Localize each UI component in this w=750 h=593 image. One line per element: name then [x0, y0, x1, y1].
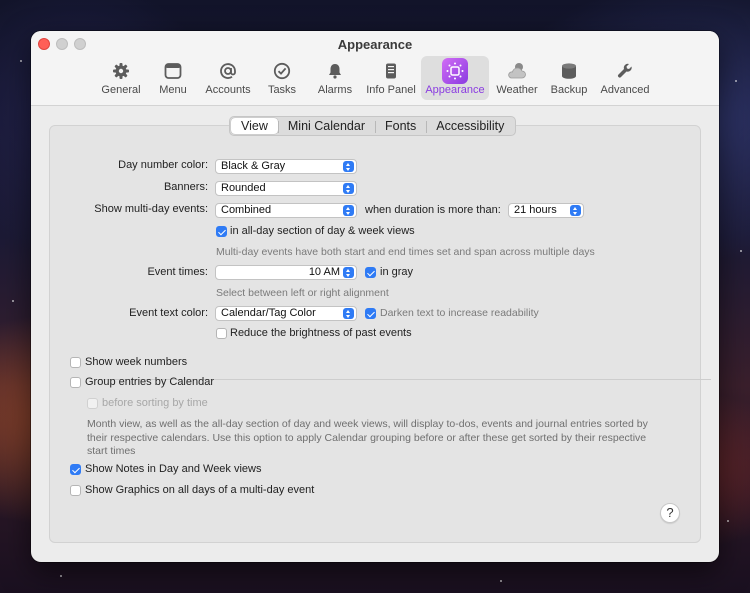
event-times-popup[interactable]: 10 AM	[215, 265, 357, 280]
updown-arrows-icon	[570, 205, 581, 216]
toolbar-menu[interactable]: Menu	[155, 56, 191, 100]
preferences-window: Appearance General Menu Accounts Tasks A…	[31, 31, 719, 562]
popup-value: Combined	[221, 204, 272, 216]
bell-icon	[326, 59, 344, 83]
appearance-icon	[442, 58, 468, 84]
event-text-color-popup[interactable]: Calendar/Tag Color	[215, 306, 357, 321]
updown-arrows-icon	[343, 267, 354, 278]
popup-value: 10 AM	[308, 266, 340, 278]
allday-section-checkbox[interactable]	[216, 226, 227, 237]
toolbar-advanced[interactable]: Advanced	[599, 56, 651, 100]
tab-bar: View Mini Calendar Fonts Accessibility	[229, 116, 517, 136]
toolbar-info-panel[interactable]: Info Panel	[365, 56, 417, 100]
show-graphics-label: Show Graphics on all days of a multi-day…	[85, 484, 315, 496]
updown-arrows-icon	[343, 308, 354, 319]
popup-value: Rounded	[221, 182, 266, 194]
show-notes-checkbox[interactable]	[70, 464, 81, 475]
toolbar-weather[interactable]: Weather	[495, 56, 539, 100]
toolbar-alarms[interactable]: Alarms	[315, 56, 355, 100]
duration-popup[interactable]: 21 hours	[508, 203, 584, 218]
popup-value: 21 hours	[514, 204, 557, 216]
reduce-brightness-checkbox[interactable]	[216, 328, 227, 339]
allday-section-label: in all-day section of day & week views	[230, 225, 415, 237]
toolbar-label: Accounts	[205, 84, 251, 96]
week-numbers-label: Show week numbers	[85, 356, 188, 368]
toolbar-label: Alarms	[317, 84, 353, 96]
group-entries-label: Group entries by Calendar	[85, 376, 215, 388]
toolbar: Appearance General Menu Accounts Tasks A…	[31, 31, 719, 106]
multi-day-label: Show multi-day events:	[94, 203, 208, 215]
duration-label: when duration is more than:	[365, 204, 501, 216]
event-text-color-label: Event text color:	[129, 307, 208, 319]
checkmark-circle-icon	[273, 59, 291, 83]
toolbar-label: Backup	[550, 84, 588, 96]
tab-fonts[interactable]: Fonts	[375, 118, 426, 134]
banners-popup[interactable]: Rounded	[215, 181, 357, 196]
toolbar-tasks[interactable]: Tasks	[265, 56, 299, 100]
toolbar-label: Tasks	[267, 84, 297, 96]
popup-value: Calendar/Tag Color	[221, 307, 316, 319]
toolbar-label: Info Panel	[366, 84, 416, 96]
toolbar-label: Weather	[496, 84, 538, 96]
wrench-icon	[616, 59, 634, 83]
toolbar-backup[interactable]: Backup	[547, 56, 591, 100]
updown-arrows-icon	[343, 183, 354, 194]
database-icon	[560, 59, 578, 83]
darken-text-checkbox[interactable]	[365, 308, 376, 319]
updown-arrows-icon	[343, 205, 354, 216]
before-sorting-label: before sorting by time	[102, 397, 208, 409]
day-number-color-label: Day number color:	[118, 159, 208, 171]
toolbar-label: General	[101, 84, 141, 96]
toolbar-appearance[interactable]: Appearance	[421, 56, 489, 100]
popup-value: Black & Gray	[221, 160, 286, 172]
week-numbers-checkbox[interactable]	[70, 357, 81, 368]
tab-view[interactable]: View	[231, 118, 278, 134]
show-notes-label: Show Notes in Day and Week views	[85, 463, 262, 475]
event-times-hint: Select between left or right alignment	[216, 287, 389, 299]
at-sign-icon	[219, 59, 237, 83]
menu-window-icon	[164, 59, 182, 83]
updown-arrows-icon	[343, 161, 354, 172]
toolbar-label: Menu	[159, 84, 187, 96]
tab-mini-calendar[interactable]: Mini Calendar	[277, 118, 375, 134]
tab-accessibility[interactable]: Accessibility	[426, 118, 514, 134]
multi-day-hint: Multi-day events have both start and end…	[216, 246, 595, 258]
darken-text-label: Darken text to increase readability	[380, 307, 539, 319]
day-number-color-popup[interactable]: Black & Gray	[215, 159, 357, 174]
before-sorting-checkbox[interactable]	[87, 398, 98, 409]
window-title: Appearance	[337, 37, 413, 52]
toolbar-label: Advanced	[600, 84, 650, 96]
show-graphics-checkbox[interactable]	[70, 485, 81, 496]
toolbar-general[interactable]: General	[99, 56, 143, 100]
multi-day-popup[interactable]: Combined	[215, 203, 357, 218]
help-button[interactable]: ?	[660, 503, 680, 523]
group-note: Month view, as well as the all-day secti…	[87, 418, 648, 457]
gear-icon	[112, 59, 130, 83]
in-gray-label: in gray	[380, 266, 414, 278]
banners-label: Banners:	[163, 181, 208, 193]
toolbar-accounts[interactable]: Accounts	[201, 56, 255, 100]
toolbar-label: Appearance	[425, 84, 485, 96]
weather-cloud-icon	[506, 59, 528, 83]
info-panel-icon	[382, 59, 400, 83]
in-gray-checkbox[interactable]	[365, 267, 376, 278]
group-entries-checkbox[interactable]	[70, 377, 81, 388]
event-times-label: Event times:	[147, 266, 208, 278]
reduce-brightness-label: Reduce the brightness of past events	[230, 327, 412, 339]
